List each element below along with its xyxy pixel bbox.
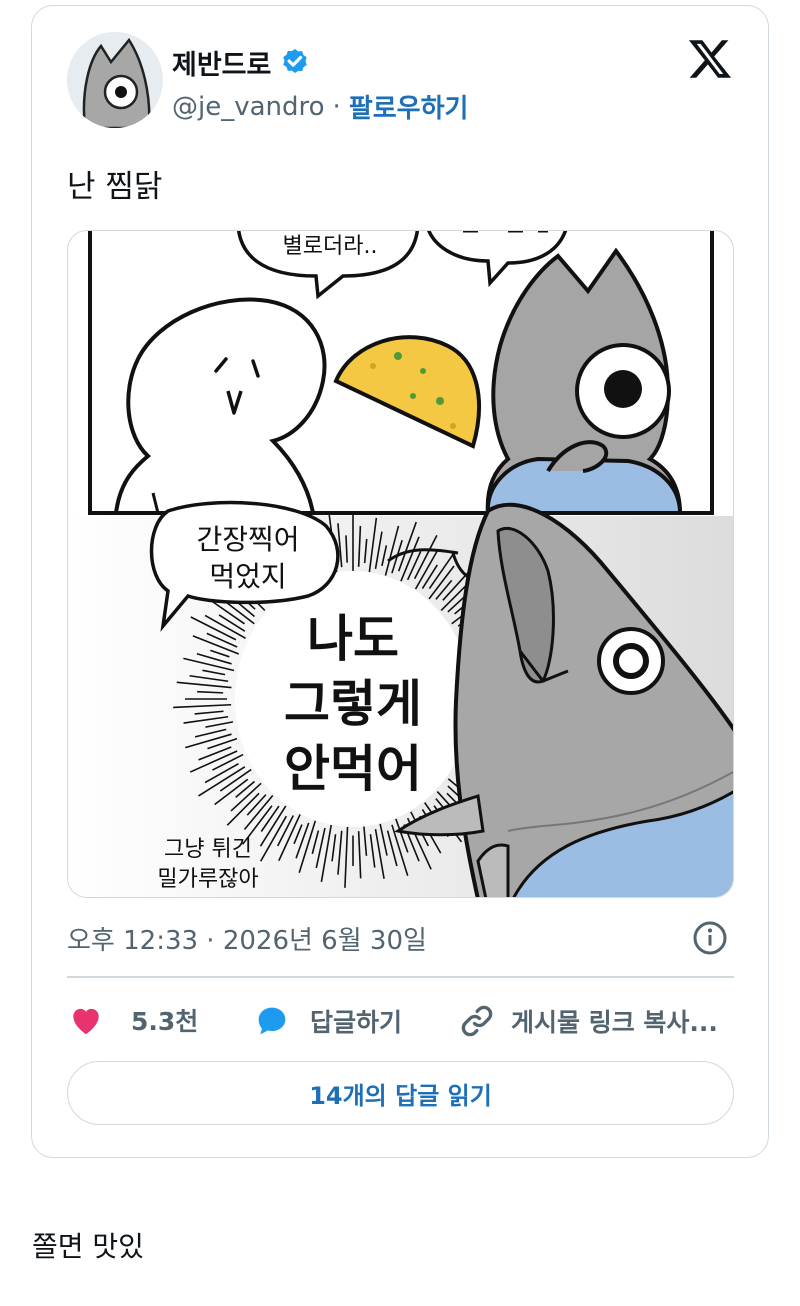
handle-separator: · [332,91,341,122]
author-handle-row: @je_vandro · 팔로우하기 [172,88,468,125]
caption-line2: 밀가루잖아 [157,867,258,892]
bubble-top-left-text: 별로더라.. [283,234,378,259]
shout-line2: 그렇게 [284,675,422,733]
heart-icon [73,1008,99,1035]
avatar-fish-icon [67,32,163,128]
like-button[interactable]: 5.3천 [67,1001,198,1039]
action-bar: 5.3천 답글하기 게시물 링크 복사... [67,1001,747,1045]
reply-button[interactable]: 답글하기 [252,1001,402,1041]
comment-text: 쫄면 맛있 [32,1230,144,1263]
link-icon [461,1005,493,1037]
tweet-media-comic[interactable]: 별로더라.. 간장찍어 먹었지 나도 그렇게 안먹어 그냥 튀긴 밀가루잖아 [67,230,734,898]
tweet-text: 난 찜닭 [67,169,163,205]
comic-image: 별로더라.. 간장찍어 먹었지 나도 그렇게 안먹어 그냥 튀긴 밀가루잖아 [68,231,733,897]
caption-line1: 그냥 튀긴 [164,837,252,862]
bubble-left-line1: 간장찍어 [196,523,299,556]
speech-bubble-icon [258,1007,286,1035]
read-replies-button[interactable]: 14개의 답글 읽기 [67,1061,734,1125]
bubble-left-line2: 먹었지 [209,560,286,593]
author-handle[interactable]: @je_vandro [172,92,325,122]
reply-label: 답글하기 [310,1008,403,1037]
avatar[interactable] [67,32,163,128]
shout-line1: 나도 [307,610,399,668]
verified-badge-icon [283,48,308,73]
embedded-tweet-card: 제반드로 @je_vandro · 팔로우하기 난 찜닭 별로더라.. 간장찍어… [31,5,769,1158]
shout-line3: 안먹어 [284,740,422,798]
author-name-row: 제반드로 [172,43,311,82]
like-count: 5.3천 [131,1007,199,1036]
copy-link-button[interactable]: 게시물 링크 복사... [457,1001,718,1041]
info-icon[interactable] [692,920,728,956]
author-display-name[interactable]: 제반드로 [172,43,271,82]
divider [67,976,734,978]
copy-link-label: 게시물 링크 복사... [511,1008,718,1037]
x-logo-icon[interactable] [686,36,734,82]
tweet-timestamp[interactable]: 오후 12:33 · 2026년 6월 30일 [67,920,427,957]
follow-button[interactable]: 팔로우하기 [349,88,469,125]
